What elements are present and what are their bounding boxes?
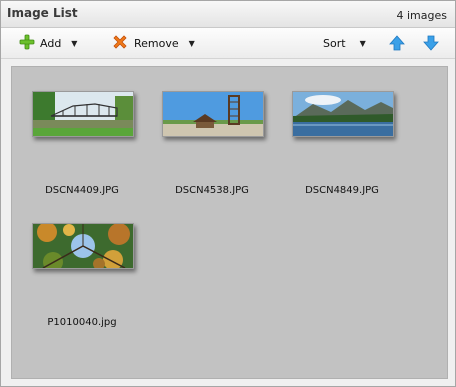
add-dropdown-caret-icon[interactable]: ▼ <box>71 39 77 48</box>
arrow-up-icon <box>387 35 407 57</box>
remove-label: Remove <box>134 36 179 50</box>
arrow-down-icon <box>421 35 441 57</box>
image-count: 4 images <box>396 9 448 22</box>
x-icon <box>111 33 129 54</box>
image-thumbnail[interactable] <box>32 91 134 137</box>
image-grid: DSCN4409.JPG DSCN4538.JPG DSCN4849.JPG P… <box>11 66 448 379</box>
image-thumbnail[interactable] <box>32 223 134 269</box>
toolbar: Add ▼ Remove ▼ Sort ▼ <box>1 28 455 59</box>
move-up-button[interactable] <box>387 33 407 53</box>
panel-header: Image List 4 images <box>1 1 455 28</box>
image-thumbnail[interactable] <box>162 91 264 137</box>
sort-button[interactable]: Sort ▼ <box>323 32 366 54</box>
remove-button[interactable]: Remove ▼ <box>111 32 195 54</box>
add-button[interactable]: Add ▼ <box>19 32 77 54</box>
sort-label: Sort <box>323 36 346 50</box>
move-down-button[interactable] <box>421 33 441 53</box>
image-filename: P1010040.jpg <box>47 317 117 328</box>
panel-title: Image List <box>7 6 78 20</box>
image-filename: DSCN4409.JPG <box>45 185 119 196</box>
image-filename: DSCN4538.JPG <box>175 185 249 196</box>
image-filename: DSCN4849.JPG <box>305 185 379 196</box>
add-label: Add <box>40 36 62 50</box>
plus-icon <box>19 34 35 53</box>
sort-dropdown-caret-icon[interactable]: ▼ <box>360 39 366 48</box>
image-thumbnail[interactable] <box>292 91 394 137</box>
image-list-panel: Image List 4 images Add ▼ Remove ▼ Sort … <box>0 0 456 387</box>
remove-dropdown-caret-icon[interactable]: ▼ <box>189 39 195 48</box>
